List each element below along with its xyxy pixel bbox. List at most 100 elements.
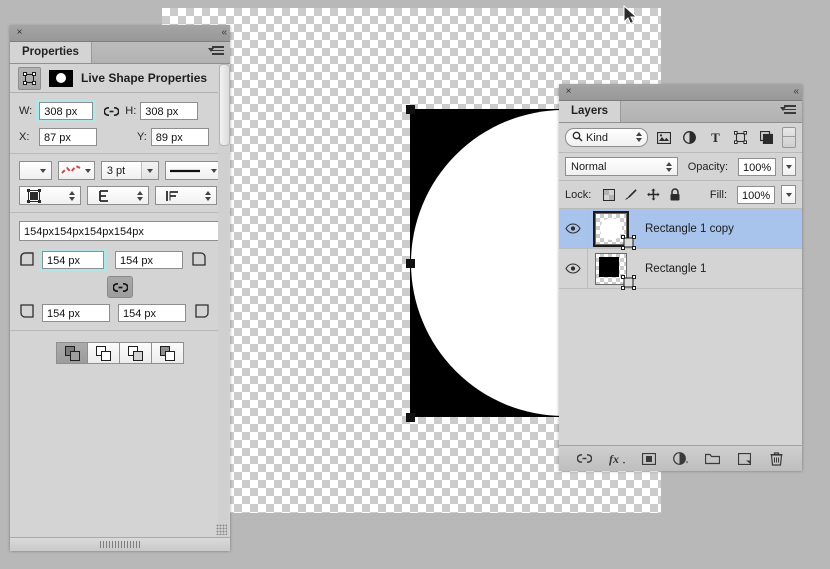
radius-summary-input[interactable]: 154px154px154px154px bbox=[19, 221, 221, 241]
lock-transparent-pixels-icon[interactable] bbox=[601, 188, 617, 201]
height-input[interactable]: 308 px bbox=[140, 102, 199, 120]
layer-name[interactable]: Rectangle 1 copy bbox=[645, 223, 734, 235]
layer-thumbnail[interactable] bbox=[595, 252, 636, 290]
layers-panel: × « Layers Kind T Normal Opacity: 100% L… bbox=[559, 84, 802, 471]
properties-panel: × « Properties Live Shape Properties W: … bbox=[10, 25, 230, 551]
properties-tabbar: Properties bbox=[10, 42, 230, 64]
layer-thumbnail[interactable] bbox=[593, 210, 636, 250]
layers-footer: fx bbox=[559, 445, 802, 471]
layers-titlebar[interactable]: × « bbox=[559, 84, 802, 101]
radius-bottom-right-input[interactable]: 154 px bbox=[118, 303, 186, 322]
selection-handle-mid-left[interactable] bbox=[406, 259, 415, 268]
radius-bottom-left-input[interactable]: 154 px bbox=[42, 303, 110, 322]
blend-mode-value: Normal bbox=[571, 160, 607, 173]
combine-subtract-icon[interactable] bbox=[120, 342, 152, 364]
vector-mask-badge-icon bbox=[621, 234, 636, 250]
delete-layer-icon[interactable] bbox=[768, 450, 786, 468]
fill-input[interactable]: 100% bbox=[737, 185, 775, 204]
stroke-corners-icon[interactable] bbox=[155, 186, 217, 205]
collapse-icon[interactable]: « bbox=[221, 27, 226, 38]
x-input[interactable]: 87 px bbox=[39, 128, 97, 146]
blend-mode-dropdown[interactable]: Normal bbox=[565, 157, 678, 176]
properties-footer[interactable] bbox=[10, 537, 230, 551]
selection-handle-bottom-left[interactable] bbox=[406, 413, 415, 422]
combine-union-icon[interactable] bbox=[88, 342, 120, 364]
opacity-input[interactable]: 100% bbox=[738, 157, 777, 176]
y-label: Y: bbox=[137, 131, 147, 143]
vector-mask-badge-icon bbox=[621, 274, 636, 290]
scrollbar-thumb[interactable] bbox=[219, 64, 230, 146]
corner-bottom-right-icon bbox=[194, 303, 210, 322]
layer-visibility-toggle[interactable] bbox=[559, 209, 588, 248]
height-label: H: bbox=[125, 105, 137, 117]
panel-menu-icon[interactable] bbox=[208, 46, 224, 59]
shape-thumbnail-icon bbox=[49, 69, 73, 87]
collapse-icon[interactable]: « bbox=[793, 86, 798, 97]
layer-row-rectangle-1-copy[interactable]: Rectangle 1 copy bbox=[559, 209, 802, 250]
new-layer-icon[interactable] bbox=[736, 450, 754, 468]
link-icon[interactable] bbox=[103, 103, 120, 119]
path-operations-section bbox=[10, 331, 230, 371]
layer-style-fx-icon[interactable]: fx bbox=[608, 450, 626, 468]
layer-visibility-toggle[interactable] bbox=[559, 249, 588, 288]
stroke-section: 3 pt bbox=[10, 154, 230, 213]
adjustment-layers-filter-icon[interactable] bbox=[679, 131, 699, 144]
panel-drag-grip[interactable] bbox=[100, 541, 140, 548]
properties-titlebar[interactable]: × « bbox=[10, 25, 230, 42]
lock-label: Lock: bbox=[565, 188, 592, 201]
combine-intersect-icon[interactable] bbox=[152, 342, 184, 364]
add-layer-mask-icon[interactable] bbox=[640, 450, 658, 468]
corner-top-right-icon bbox=[191, 251, 207, 270]
photoshop-window: × « Properties Live Shape Properties W: … bbox=[0, 0, 830, 569]
close-icon[interactable]: × bbox=[564, 87, 573, 97]
link-layers-icon[interactable] bbox=[576, 450, 594, 468]
lock-image-pixels-icon[interactable] bbox=[623, 188, 639, 201]
filter-kind-value: Kind bbox=[586, 131, 609, 144]
panel-menu-icon[interactable] bbox=[780, 105, 796, 118]
live-shape-title: Live Shape Properties bbox=[81, 71, 208, 85]
corner-top-left-icon bbox=[19, 251, 35, 270]
width-input[interactable]: 308 px bbox=[39, 102, 94, 120]
lock-all-icon[interactable] bbox=[667, 188, 683, 201]
tab-layers[interactable]: Layers bbox=[559, 101, 622, 122]
radius-top-left-input[interactable]: 154 px bbox=[42, 251, 104, 269]
stroke-width-value: 3 pt bbox=[106, 164, 126, 177]
properties-body: Live Shape Properties W: 308 px H: 308 p… bbox=[10, 64, 230, 551]
properties-scrollbar[interactable] bbox=[218, 64, 230, 537]
magnifier-icon bbox=[572, 131, 583, 145]
layer-name[interactable]: Rectangle 1 bbox=[645, 263, 706, 275]
close-icon[interactable]: × bbox=[15, 28, 24, 38]
stroke-style-swatch[interactable] bbox=[58, 161, 95, 180]
stroke-caps-icon[interactable] bbox=[87, 186, 149, 205]
fill-color-swatch[interactable] bbox=[19, 161, 53, 180]
lock-position-icon[interactable] bbox=[645, 188, 661, 201]
layers-tabbar: Layers bbox=[559, 101, 802, 123]
filter-kind-dropdown[interactable]: Kind bbox=[565, 128, 648, 147]
link-radii-icon[interactable] bbox=[107, 276, 133, 298]
filter-toggle-switch[interactable] bbox=[782, 127, 797, 148]
pixel-layers-filter-icon[interactable] bbox=[654, 131, 674, 144]
new-group-icon[interactable] bbox=[704, 450, 722, 468]
stroke-align-icon[interactable] bbox=[19, 186, 81, 205]
stroke-width-input[interactable]: 3 pt bbox=[100, 161, 159, 180]
blend-mode-row: Normal Opacity: 100% bbox=[559, 153, 802, 181]
fill-dropdown-arrow[interactable] bbox=[781, 185, 796, 204]
shape-layers-filter-icon[interactable] bbox=[731, 131, 751, 144]
line-style-dropdown[interactable] bbox=[164, 161, 222, 180]
width-label: W: bbox=[19, 105, 33, 117]
resize-grip-icon[interactable] bbox=[216, 524, 227, 535]
selection-handle-top-left[interactable] bbox=[406, 105, 415, 114]
radius-top-right-input[interactable]: 154 px bbox=[115, 251, 183, 269]
combine-new-icon[interactable] bbox=[56, 342, 88, 364]
smart-object-filter-icon[interactable] bbox=[757, 131, 777, 144]
opacity-dropdown-arrow[interactable] bbox=[782, 157, 796, 176]
shape-path-icon[interactable] bbox=[18, 66, 41, 90]
radius-tl-wrap: 154 px bbox=[39, 249, 107, 271]
width-field-wrap: 308 px bbox=[36, 100, 97, 122]
tab-properties[interactable]: Properties bbox=[10, 42, 92, 63]
layer-row-rectangle-1[interactable]: Rectangle 1 bbox=[559, 249, 802, 290]
new-adjustment-layer-icon[interactable] bbox=[672, 450, 690, 468]
filter-kind-stepper[interactable] bbox=[635, 132, 642, 142]
type-layers-filter-icon[interactable]: T bbox=[705, 131, 725, 144]
y-input[interactable]: 89 px bbox=[150, 128, 209, 146]
